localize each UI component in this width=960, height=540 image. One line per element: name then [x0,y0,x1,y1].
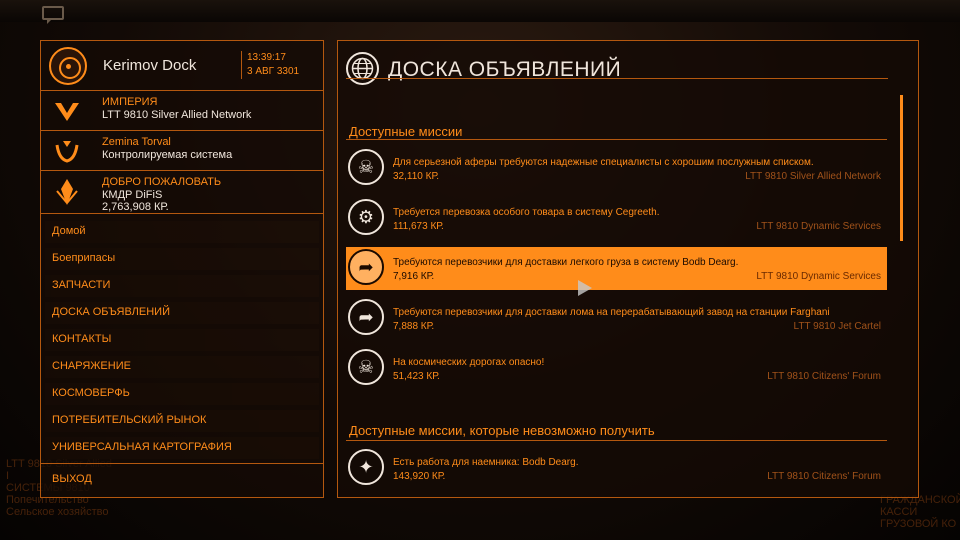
welcome-label: ДОБРО ПОЖАЛОВАТЬ [102,176,222,188]
scrollbar[interactable] [900,95,903,241]
station-clock: 13:39:17 3 АВГ 3301 [241,51,299,79]
controller-label: Zemina Torval [102,136,171,148]
mission-faction: LTT 9810 Citizens' Forum [767,371,881,382]
menu-item-bulletin-board[interactable]: ДОСКА ОБЪЯВЛЕНИЙ [41,299,323,326]
info-row-faction: ИМПЕРИЯ LTT 9810 Silver Allied Network [41,91,323,131]
exit-button[interactable]: ВЫХОД [41,463,323,493]
station-menu: Домой Боеприпасы ЗАПЧАСТИ ДОСКА ОБЪЯВЛЕН… [41,218,323,461]
mission-faction: LTT 9810 Dynamic Services [756,221,881,232]
mission-item[interactable]: ☠ На космических дорогах опасно! 51,423 … [346,347,887,390]
chat-icon[interactable] [42,6,64,24]
mission-description: Для серьезной аферы требуются надежные с… [393,157,814,168]
empire-icon [53,97,81,125]
mercenary-icon: ✦ [348,449,384,485]
divider [346,139,887,140]
skull-icon: ☠ [348,349,384,385]
divider [346,78,888,79]
info-row-commander: ДОБРО ПОЖАЛОВАТЬ КМДР DiFiS 2,763,908 КР… [41,171,323,214]
scrap-icon: ➦ [348,299,384,335]
commander-credits: 2,763,908 КР. [102,201,169,213]
controller-value: Контролируемая система [102,149,233,161]
mission-description: Есть работа для наемника: Bodb Dearg. [393,457,579,468]
mission-reward: 51,423 КР. [393,371,440,382]
background-hud-right: ГРАЖДАНСКОЙ КАССИ ГРУЗОВОЙ КО [880,494,960,530]
laurel-icon [53,137,81,165]
menu-item-contacts[interactable]: КОНТАКТЫ [41,326,323,353]
faction-label: ИМПЕРИЯ [102,96,158,108]
bg-line: ГРУЗОВОЙ КО [880,518,957,530]
mission-faction: LTT 9810 Jet Cartel [793,321,881,332]
mission-item-unavailable[interactable]: ✦ Есть работа для наемника: Bodb Dearg. … [346,447,887,490]
mission-reward: 7,888 КР. [393,321,435,332]
menu-item-shipyard[interactable]: КОСМОВЕРФЬ [41,380,323,407]
station-panel: Kerimov Dock 13:39:17 3 АВГ 3301 ИМПЕРИЯ… [40,40,324,498]
skull-icon: ☠ [348,149,384,185]
available-missions-title: Доступные миссии [349,124,463,139]
mouse-cursor-icon [578,280,592,296]
divider [346,440,887,441]
bg-line: Сельское хозяйство [6,506,109,518]
cargo-icon: ⚙ [348,199,384,235]
rank-icon [53,177,81,205]
commander-info: КМДР DiFiS 2,763,908 КР. [102,189,169,213]
station-name: Kerimov Dock [103,57,197,74]
menu-item-repairs[interactable]: ЗАПЧАСТИ [41,272,323,299]
mission-reward: 111,673 КР. [393,221,444,232]
station-header: Kerimov Dock 13:39:17 3 АВГ 3301 [41,41,323,91]
menu-item-ammo[interactable]: Боеприпасы [41,245,323,272]
mission-description: Требуются перевозчики для доставки лома … [393,307,830,318]
station-icon [49,47,87,85]
mission-faction: LTT 9810 Dynamic Services [756,271,881,282]
mission-description: Требуется перевозка особого товара в сис… [393,207,660,218]
station-time: 13:39:17 [247,52,286,63]
menu-item-home[interactable]: Домой [41,218,323,245]
mission-faction: LTT 9810 Citizens' Forum [767,471,881,482]
bulletin-board-panel: ДОСКА ОБЪЯВЛЕНИЙ Доступные миссии ☠ Для … [337,40,919,498]
faction-value: LTT 9810 Silver Allied Network [102,109,252,121]
mission-item[interactable]: ➦ Требуются перевозчики для доставки лом… [346,297,887,340]
cockpit-frame-top [0,0,960,22]
bg-line: КАССИ [880,506,918,518]
menu-item-commodity-market[interactable]: ПОТРЕБИТЕЛЬСКИЙ РЫНОК [41,407,323,434]
mission-reward: 32,110 КР. [393,171,440,182]
mission-description: На космических дорогах опасно! [393,357,545,368]
station-date: 3 АВГ 3301 [247,66,300,77]
mission-reward: 143,920 КР. [393,471,446,482]
globe-icon [346,52,379,85]
board-header: ДОСКА ОБЪЯВЛЕНИЙ [338,41,918,86]
mission-faction: LTT 9810 Silver Allied Network [745,171,881,182]
mission-description: Требуются перевозчики для доставки легко… [393,257,739,268]
mission-reward: 7,916 КР. [393,271,435,282]
info-row-controller: Zemina Torval Контролируемая система [41,131,323,171]
commander-name: КМДР DiFiS [102,189,163,201]
menu-item-cartographics[interactable]: УНИВЕРСАЛЬНАЯ КАРТОГРАФИЯ [41,434,323,461]
mission-item[interactable]: ⚙ Требуется перевозка особого товара в с… [346,197,887,240]
delivery-icon: ➦ [348,249,384,285]
menu-item-outfitting[interactable]: СНАРЯЖЕНИЕ [41,353,323,380]
mission-item[interactable]: ☠ Для серьезной аферы требуются надежные… [346,147,887,190]
mission-item-selected[interactable]: ➦ Требуются перевозчики для доставки лег… [346,247,887,290]
unavailable-missions-title: Доступные миссии, которые невозможно пол… [349,423,655,438]
